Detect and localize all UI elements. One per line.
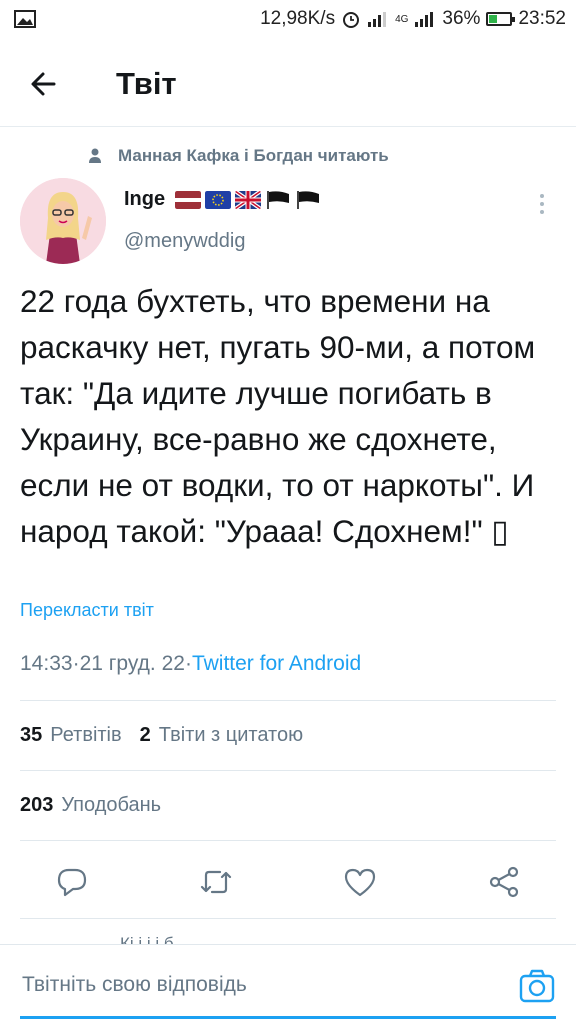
more-vertical-icon	[540, 194, 544, 214]
stats-row-retweets: 35 Ретвітів 2 Твіти з цитатою	[20, 724, 303, 747]
share-icon	[489, 866, 519, 898]
share-button[interactable]	[484, 862, 524, 902]
network-type: 4G	[395, 13, 409, 25]
like-button[interactable]	[340, 862, 380, 902]
translate-link[interactable]: Перекласти твіт	[20, 600, 154, 621]
input-underline	[20, 1016, 556, 1019]
back-button[interactable]	[24, 62, 68, 106]
black-flag-icon	[267, 190, 290, 209]
stats-row-likes: 203 Уподобань	[20, 794, 161, 817]
tweet-text: 22 года бухтеть, что времени на раскачку…	[20, 283, 536, 549]
reply-icon	[57, 868, 87, 897]
image-icon	[14, 10, 36, 28]
author-name-row[interactable]: Inge	[124, 188, 321, 211]
header-divider	[0, 126, 576, 127]
black-flag-icon	[297, 190, 320, 209]
divider	[20, 840, 556, 841]
tweet-date: 21 груд. 22	[79, 652, 185, 675]
likes-stat[interactable]: 203 Уподобань	[20, 794, 161, 817]
retweet-button[interactable]	[196, 862, 236, 902]
person-icon	[89, 148, 101, 163]
camera-button[interactable]	[518, 967, 556, 1005]
quotes-count: 2	[139, 724, 151, 746]
signal-icon-2	[415, 12, 434, 27]
clock: 23:52	[518, 8, 566, 29]
retweets-stat[interactable]: 35 Ретвітів	[20, 724, 122, 747]
arrow-left-icon	[31, 72, 56, 96]
latvia-flag-icon	[175, 190, 202, 209]
flag-emojis	[175, 190, 321, 209]
avatar-image	[20, 178, 106, 264]
reply-button[interactable]	[52, 862, 92, 902]
network-speed: 12,98K/s	[260, 8, 336, 29]
reply-bar: Твітніть свою відповідь	[0, 944, 576, 1025]
eu-flag-icon	[205, 190, 232, 209]
author-name: Inge	[124, 188, 166, 210]
status-bar: 12,98K/s 4G 36% 23:52	[0, 0, 576, 40]
alarm-icon	[343, 12, 360, 28]
more-options-button[interactable]	[530, 190, 554, 218]
tweet-meta: 14:33 · 21 груд. 22 · Twitter for Androi…	[20, 652, 361, 676]
app-header: Твіт	[0, 44, 576, 126]
avatar[interactable]	[20, 178, 106, 264]
retweet-icon	[200, 870, 232, 894]
social-context[interactable]: Манная Кафка і Богдан читають	[88, 146, 389, 166]
meta-separator: ·	[72, 652, 80, 675]
divider	[20, 918, 556, 919]
quotes-stat[interactable]: 2 Твіти з цитатою	[140, 724, 303, 747]
tweet-source-link[interactable]: Twitter for Android	[192, 652, 361, 676]
tweet-time: 14:33	[20, 652, 73, 675]
divider	[20, 770, 556, 771]
quotes-label: Твіти з цитатою	[158, 724, 304, 746]
likes-label: Уподобань	[61, 794, 162, 816]
reply-input[interactable]: Твітніть свою відповідь	[22, 973, 247, 997]
author-handle[interactable]: @menywddig	[124, 230, 245, 253]
retweets-label: Ретвітів	[50, 724, 122, 746]
tweet-actions	[0, 856, 576, 906]
signal-icon	[368, 12, 387, 27]
social-context-text: Манная Кафка і Богдан читають	[118, 146, 389, 165]
page-title: Твіт	[116, 66, 177, 101]
camera-icon	[519, 969, 555, 1003]
divider	[20, 700, 556, 701]
meta-separator: ·	[184, 652, 192, 675]
battery-icon	[486, 12, 516, 26]
battery-percent: 36%	[442, 8, 481, 29]
likes-count: 203	[20, 794, 54, 816]
uk-flag-icon	[235, 190, 262, 209]
retweets-count: 35	[20, 724, 43, 746]
heart-icon	[344, 868, 376, 897]
